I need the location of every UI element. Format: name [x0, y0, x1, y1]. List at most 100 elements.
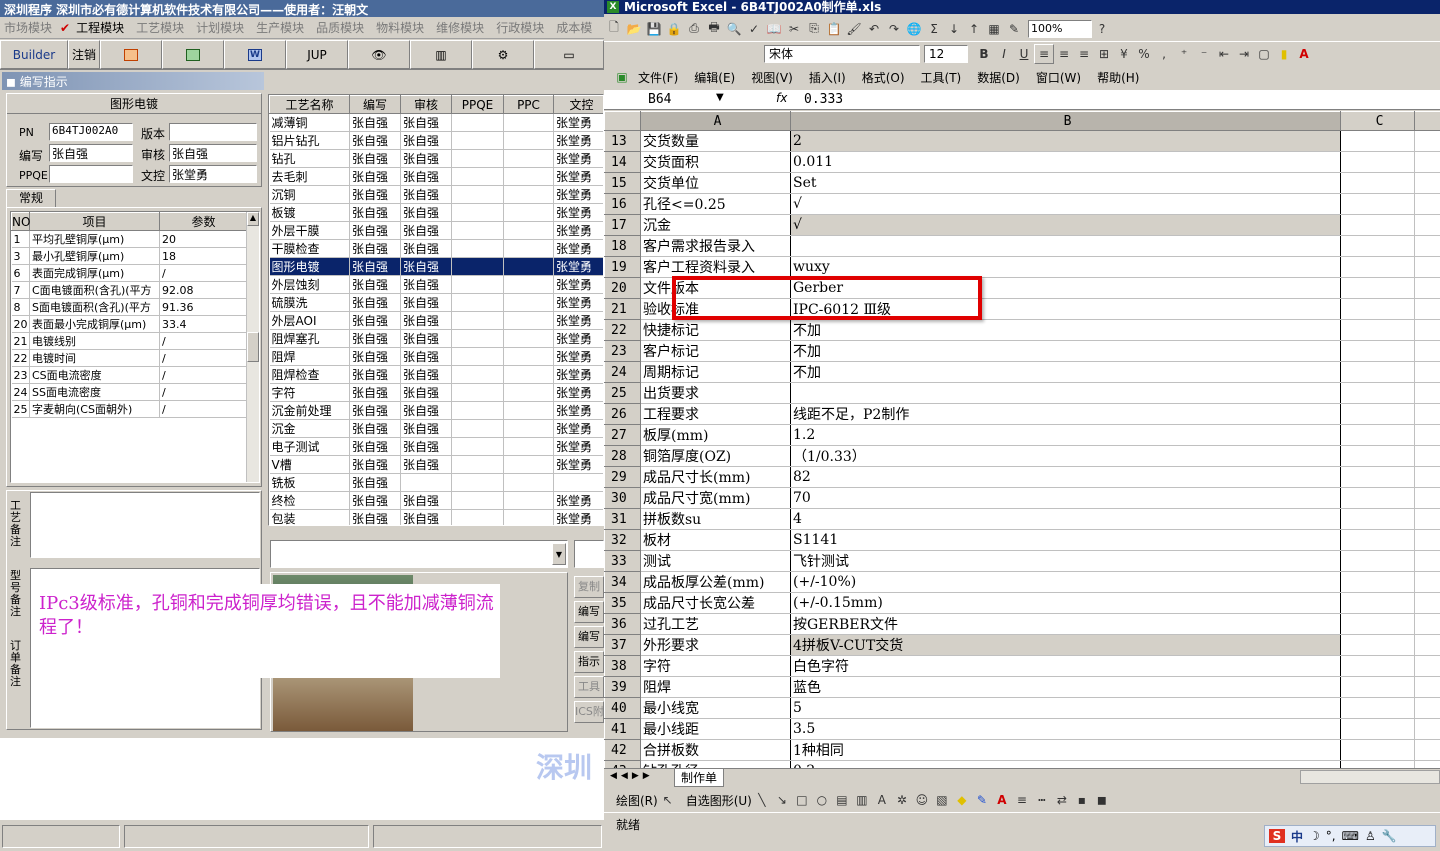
row-header[interactable]: 42 [604, 739, 641, 761]
process-row[interactable]: 硫膜洗 张自强 张自强 张堂勇 [269, 293, 603, 312]
process-note-field[interactable] [30, 492, 260, 558]
picture-icon[interactable]: ▧ [932, 790, 952, 810]
merge-center-icon[interactable]: ⊞ [1094, 44, 1114, 64]
column-header[interactable]: C [1340, 111, 1415, 131]
cell-a[interactable]: 板材 [640, 529, 791, 551]
params-row[interactable]: 1 平均孔壁铜厚(μm) 20 [11, 230, 248, 248]
cell-c[interactable] [1340, 382, 1415, 404]
cell-d[interactable] [1414, 214, 1440, 236]
research-icon[interactable]: 📖 [764, 19, 784, 39]
borders-icon[interactable]: ▢ [1254, 44, 1274, 64]
increase-indent-icon[interactable]: ⇥ [1234, 44, 1254, 64]
cell-b[interactable]: √ [790, 214, 1341, 236]
cell-a[interactable]: 过孔工艺 [640, 613, 791, 635]
draw-font-color-icon[interactable]: A [992, 790, 1012, 810]
process-row[interactable]: 钻孔 张自强 张自强 张堂勇 [269, 149, 603, 168]
cell-a[interactable]: 合拼板数 [640, 739, 791, 761]
powerpoint-icon[interactable] [100, 40, 162, 69]
cell-b[interactable]: 线距不足，P2制作 [790, 403, 1341, 425]
scroll-thumb[interactable] [247, 332, 259, 362]
excel-menu-item[interactable]: 格式(O) [862, 69, 905, 86]
row-header[interactable]: 38 [604, 655, 641, 677]
save-icon[interactable]: 💾 [644, 19, 664, 39]
excel-menu-item[interactable]: 数据(D) [977, 69, 1020, 86]
jup-button[interactable]: JUP [286, 40, 348, 69]
row-header[interactable]: 28 [604, 445, 641, 467]
chart-wizard-icon[interactable]: ▦ [984, 19, 1004, 39]
cell-a[interactable]: 最小线距 [640, 718, 791, 740]
author-field[interactable]: 张自强 [49, 144, 133, 162]
cell-d[interactable] [1414, 718, 1440, 740]
bold-icon[interactable]: B [974, 44, 994, 64]
cell-a[interactable]: 沉金 [640, 214, 791, 236]
params-row[interactable]: 3 最小孔壁铜厚(μm) 18 [11, 247, 248, 265]
underline-icon[interactable]: U [1014, 44, 1034, 64]
cell-d[interactable] [1414, 571, 1440, 593]
new-icon[interactable]: 🗋 [604, 19, 624, 39]
params-row[interactable]: 20 表面最小完成铜厚(μm) 33.4 [11, 315, 248, 333]
cell-d[interactable] [1414, 760, 1440, 768]
params-header[interactable]: 项目 [29, 212, 160, 231]
cell-d[interactable] [1414, 277, 1440, 299]
excel-menu-item[interactable]: 文件(F) [638, 69, 678, 86]
font-size-select[interactable]: 12 [924, 45, 968, 63]
side-action-button[interactable]: 编写 [574, 626, 604, 648]
cell-b[interactable]: 不加 [790, 361, 1341, 383]
cell-b[interactable]: 4拼板V-CUT交货 [790, 634, 1341, 656]
ppqe-field[interactable] [49, 165, 133, 183]
cell-b[interactable]: (+/-0.15mm) [790, 592, 1341, 614]
cell-b[interactable]: （1/0.33） [790, 445, 1341, 467]
column-header-extra[interactable] [1414, 111, 1440, 131]
cell-d[interactable] [1414, 172, 1440, 194]
cell-a[interactable]: 交货面积 [640, 151, 791, 173]
process-row[interactable]: 外层蚀刻 张自强 张自强 张堂勇 [269, 275, 603, 294]
params-row[interactable]: 8 S面电镀面积(含孔)(平方 91.36 [11, 298, 248, 316]
cell-d[interactable] [1414, 361, 1440, 383]
params-row[interactable]: 24 SS面电流密度 / [11, 383, 248, 401]
draw-menu[interactable]: 绘图(R) [616, 792, 658, 809]
process-header[interactable]: PPQE [451, 95, 504, 114]
cell-c[interactable] [1340, 319, 1415, 341]
tools-icon[interactable]: ⚙ [472, 40, 534, 69]
cell-d[interactable] [1414, 697, 1440, 719]
cell-c[interactable] [1340, 130, 1415, 152]
cell-a[interactable]: 客户标记 [640, 340, 791, 362]
cell-a[interactable]: 孔径<=0.25 [640, 193, 791, 215]
params-row[interactable]: 6 表面完成铜厚(μm) / [11, 264, 248, 282]
textbox-icon[interactable]: ▤ [832, 790, 852, 810]
cell-a[interactable]: 拼板数su [640, 508, 791, 530]
cell-d[interactable] [1414, 466, 1440, 488]
wrench-icon[interactable]: 🔧 [1382, 829, 1397, 843]
process-header[interactable]: 工艺名称 [269, 95, 350, 114]
process-row[interactable]: 外层AOI 张自强 张自强 张堂勇 [269, 311, 603, 330]
cell-b[interactable]: 5 [790, 697, 1341, 719]
params-row[interactable]: 25 字麦朝向(CS面朝外) / [11, 400, 248, 418]
cell-c[interactable] [1340, 445, 1415, 467]
row-header[interactable]: 16 [604, 193, 641, 215]
process-row[interactable]: 阻焊检查 张自强 张自强 张堂勇 [269, 365, 603, 384]
cell-a[interactable]: 快捷标记 [640, 319, 791, 341]
cell-d[interactable] [1414, 529, 1440, 551]
cell-d[interactable] [1414, 130, 1440, 152]
module-menu-item[interactable]: 工艺模块 [136, 19, 184, 36]
cell-b[interactable]: 白色字符 [790, 655, 1341, 677]
cell-d[interactable] [1414, 550, 1440, 572]
process-row[interactable]: 电子测试 张自强 张自强 张堂勇 [269, 437, 603, 456]
builder-button[interactable]: Builder [0, 40, 68, 69]
cell-b[interactable]: 不加 [790, 340, 1341, 362]
cell-c[interactable] [1340, 613, 1415, 635]
excel-menu-item[interactable]: 插入(I) [809, 69, 846, 86]
cell-a[interactable]: 周期标记 [640, 361, 791, 383]
cell-c[interactable] [1340, 361, 1415, 383]
undo-icon[interactable]: ↶ [864, 19, 884, 39]
cell-c[interactable] [1340, 697, 1415, 719]
italic-icon[interactable]: I [994, 44, 1014, 64]
oval-icon[interactable]: ○ [812, 790, 832, 810]
3d-icon[interactable]: ◼ [1092, 790, 1112, 810]
cell-a[interactable]: 交货单位 [640, 172, 791, 194]
module-menu-item[interactable]: 计划模块 [196, 19, 244, 36]
module-menu-item[interactable]: 品质模块 [316, 19, 364, 36]
cell-c[interactable] [1340, 466, 1415, 488]
cell-b[interactable]: 按GERBER文件 [790, 613, 1341, 635]
cell-d[interactable] [1414, 424, 1440, 446]
